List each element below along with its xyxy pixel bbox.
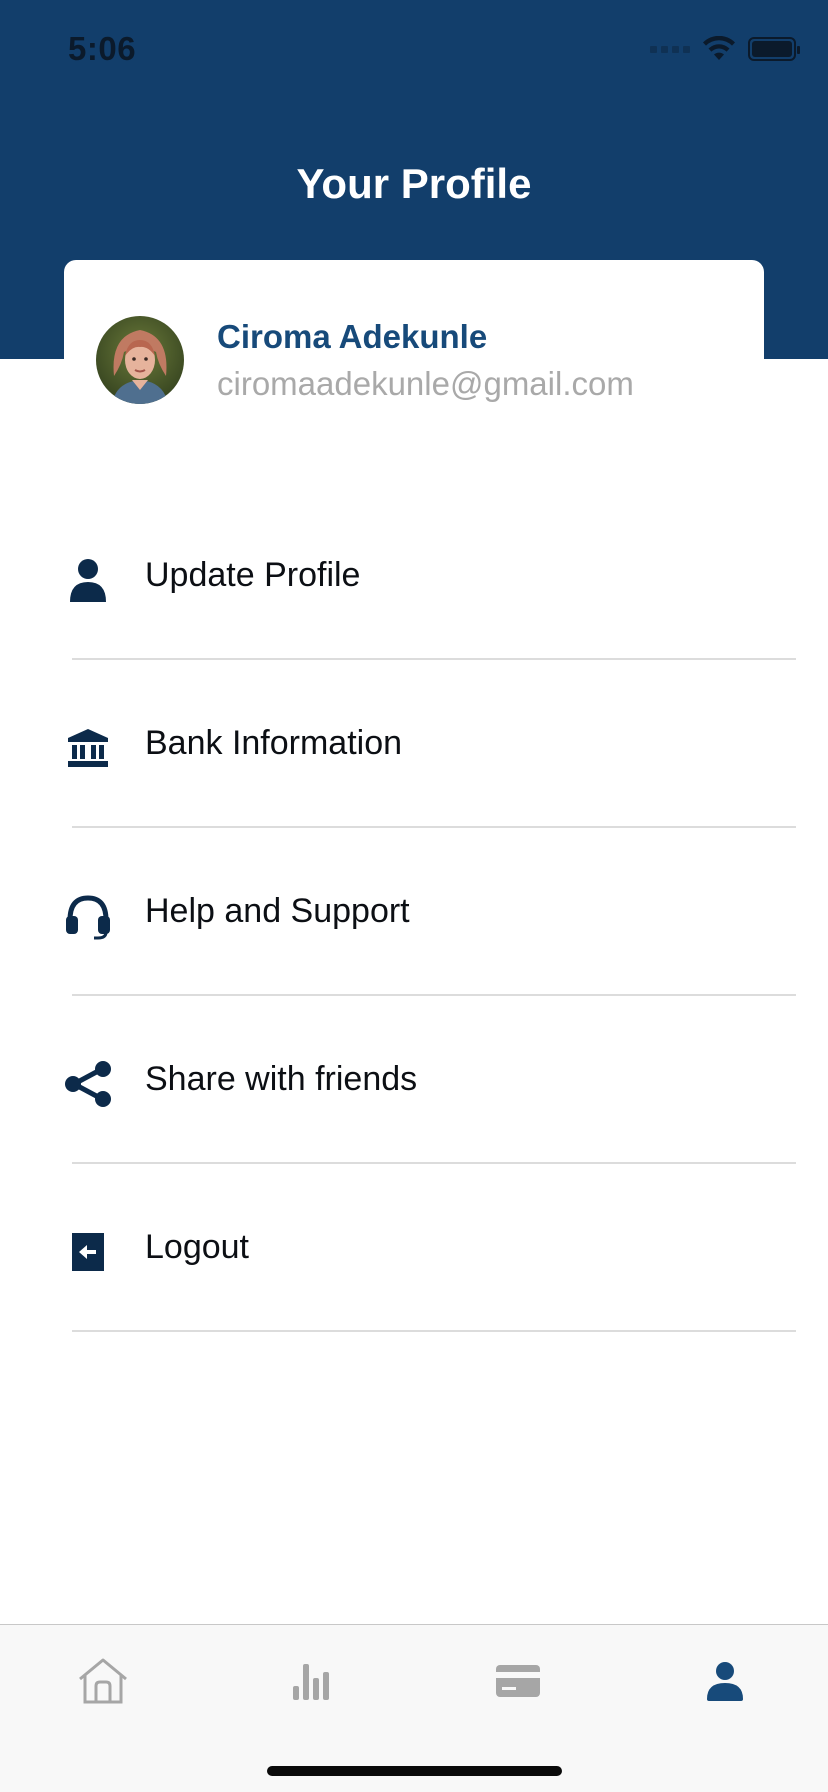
menu-item-label: Help and Support (145, 892, 410, 930)
divider (72, 1162, 796, 1164)
home-indicator (267, 1766, 562, 1776)
logout-icon (62, 1226, 114, 1278)
headset-icon (62, 890, 114, 942)
page-title: Your Profile (296, 160, 532, 207)
profile-email: ciromaadekunle@gmail.com (217, 365, 634, 402)
tab-home[interactable] (63, 1651, 143, 1711)
status-bar: 5:06 (0, 0, 828, 100)
profile-icon (707, 1662, 743, 1701)
profile-menu: Update Profile Bank Information Help and… (0, 520, 828, 1360)
menu-item-bank-information[interactable]: Bank Information (0, 688, 828, 856)
divider (72, 826, 796, 828)
profile-card: Ciroma Adekunle ciromaadekunle@gmail.com (64, 260, 764, 430)
divider (72, 994, 796, 996)
menu-item-label: Share with friends (145, 1060, 418, 1098)
status-indicators (650, 36, 800, 62)
menu-item-label: Bank Information (145, 724, 403, 762)
status-time: 5:06 (68, 30, 137, 67)
person-icon (62, 554, 114, 606)
menu-item-label: Logout (145, 1228, 249, 1266)
menu-item-logout[interactable]: Logout (0, 1192, 828, 1360)
divider (72, 1330, 796, 1332)
tab-profile[interactable] (685, 1651, 765, 1711)
tab-cards[interactable] (478, 1651, 558, 1711)
wifi-icon (703, 36, 735, 60)
menu-item-help-and-support[interactable]: Help and Support (0, 856, 828, 1024)
cellular-signal-icon (650, 45, 690, 53)
avatar[interactable] (96, 316, 184, 404)
divider (72, 658, 796, 660)
menu-item-update-profile[interactable]: Update Profile (0, 520, 828, 688)
card-icon (496, 1665, 540, 1697)
bar-chart-icon (293, 1664, 329, 1700)
menu-item-label: Update Profile (145, 556, 361, 594)
profile-name: Ciroma Adekunle (217, 318, 488, 355)
share-icon (62, 1058, 114, 1110)
home-icon (79, 1658, 127, 1704)
battery-icon (748, 37, 800, 61)
tab-statistics[interactable] (271, 1651, 351, 1711)
menu-item-share-with-friends[interactable]: Share with friends (0, 1024, 828, 1192)
bank-icon (62, 722, 114, 774)
